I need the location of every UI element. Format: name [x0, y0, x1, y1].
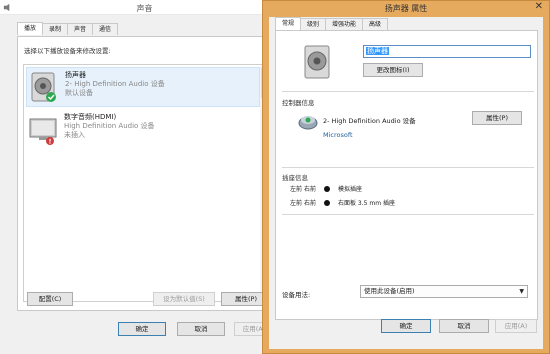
jack-row: 左前 右前 右面板 3.5 mm 插座 [290, 198, 395, 207]
device-desc: High Definition Audio 设备 [64, 122, 155, 130]
apply-button[interactable]: 应用(A) [495, 319, 537, 333]
device-name: 扬声器 [65, 71, 86, 79]
jack-dot-icon [324, 199, 330, 206]
properties-window: 扬声器 属性 ✕ 常规 级别 增强功能 高级 扬声器 更改图标(I) 控制器信息 [262, 0, 550, 354]
device-item-speakers[interactable]: 扬声器 2- High Definition Audio 设备 默认设备 [26, 67, 260, 107]
controller-vendor: Microsoft [323, 131, 353, 139]
speaker-icon [304, 45, 330, 79]
properties-client: 常规 级别 增强功能 高级 扬声器 更改图标(I) 控制器信息 2- High … [269, 17, 543, 349]
device-status: 默认设备 [65, 89, 93, 97]
device-list[interactable]: 扬声器 2- High Definition Audio 设备 默认设备 数字音… [23, 64, 271, 302]
tab-levels[interactable]: 级别 [300, 18, 327, 30]
device-item-hdmi[interactable]: 数字音频(HDMI) High Definition Audio 设备 未插入 [26, 110, 260, 150]
configure-button[interactable]: 配置(C) [27, 292, 73, 306]
properties-tabs: 常规 级别 增强功能 高级 [275, 17, 389, 30]
jack-col2: 右前 [304, 200, 317, 207]
sound-titlebar: 声音 [0, 0, 289, 15]
jack-col2: 右前 [304, 186, 317, 193]
change-icon-button[interactable]: 更改图标(I) [363, 63, 423, 77]
device-desc: 2- High Definition Audio 设备 [65, 80, 165, 88]
monitor-device-icon [29, 118, 57, 145]
cancel-button[interactable]: 取消 [439, 319, 489, 333]
instruction-text: 选择以下播放设备来修改设置: [24, 47, 111, 55]
jack-label: 模拟插座 [338, 186, 363, 193]
device-name-value: 扬声器 [366, 47, 389, 55]
jack-row: 左前 右前 模拟插座 [290, 184, 362, 193]
controller-name: 2- High Definition Audio 设备 [323, 117, 416, 125]
tab-advanced[interactable]: 高级 [362, 18, 389, 30]
jack-label: 右面板 3.5 mm 插座 [338, 200, 395, 207]
jack-dot-icon [324, 185, 330, 192]
sound-window-title: 声音 [136, 4, 153, 13]
properties-titlebar: 扬声器 属性 ✕ [263, 1, 549, 17]
jack-section-label: 插座信息 [282, 174, 308, 182]
device-usage-label: 设备用法: [282, 291, 311, 299]
tab-sounds[interactable]: 声音 [67, 23, 94, 35]
tab-communications[interactable]: 通信 [92, 23, 119, 35]
ok-button[interactable]: 确定 [381, 319, 431, 333]
set-default-button[interactable]: 设为默认值(S) [153, 292, 215, 306]
tab-enhancements[interactable]: 增强功能 [325, 18, 364, 30]
playback-panel: 选择以下播放设备来修改设置: 扬声器 2- High Definition Au… [17, 36, 279, 311]
device-name: 数字音频(HDMI) [64, 113, 117, 121]
device-text-speakers: 扬声器 2- High Definition Audio 设备 默认设备 [65, 71, 165, 98]
controller-section-label: 控制器信息 [282, 99, 315, 107]
device-name-input[interactable]: 扬声器 [363, 45, 531, 58]
jack-col1: 左前 [290, 186, 303, 193]
tab-general[interactable]: 常规 [275, 17, 302, 30]
sound-tabs: 播放 录制 声音 通信 [17, 22, 119, 35]
general-panel: 扬声器 更改图标(I) 控制器信息 2- High Definition Aud… [275, 30, 538, 320]
device-status: 未插入 [64, 131, 85, 139]
tab-recording[interactable]: 录制 [42, 23, 69, 35]
properties-window-title: 扬声器 属性 [384, 4, 428, 13]
divider [282, 91, 534, 92]
ok-button[interactable]: 确定 [118, 322, 166, 336]
jack-col1: 左前 [290, 200, 303, 207]
divider [282, 167, 534, 168]
device-usage-select[interactable]: 使用此设备(启用) ▼ [360, 285, 528, 298]
close-icon[interactable]: ✕ [535, 1, 543, 12]
device-usage-value: 使用此设备(启用) [364, 287, 415, 295]
controller-icon [298, 116, 318, 130]
device-text-hdmi: 数字音频(HDMI) High Definition Audio 设备 未插入 [64, 113, 155, 140]
speaker-device-icon [31, 72, 56, 102]
chevron-down-icon: ▼ [519, 288, 524, 295]
tab-playback[interactable]: 播放 [17, 22, 44, 35]
sound-window: 声音 播放 录制 声音 通信 选择以下播放设备来修改设置: 扬声器 2- Hig… [0, 0, 290, 354]
divider [282, 214, 534, 215]
controller-properties-button[interactable]: 属性(P) [472, 111, 522, 125]
cancel-button[interactable]: 取消 [177, 322, 225, 336]
